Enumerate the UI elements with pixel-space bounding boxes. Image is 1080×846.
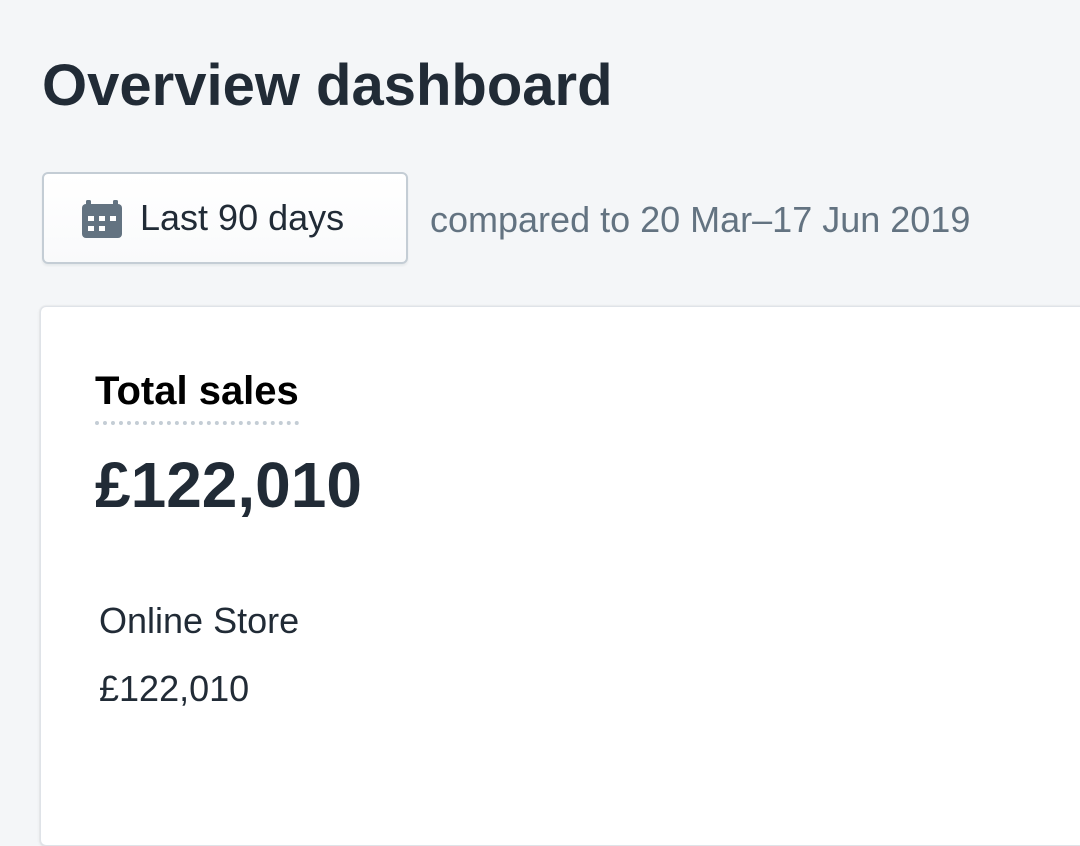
page-title: Overview dashboard xyxy=(42,53,613,118)
total-sales-card: Total sales £122,010 Online Store £122,0… xyxy=(40,306,1080,846)
total-sales-title[interactable]: Total sales xyxy=(95,365,299,425)
total-sales-value: £122,010 xyxy=(95,449,362,521)
comparison-period-text: compared to 20 Mar–17 Jun 2019 xyxy=(430,199,971,240)
channel-value-online-store: £122,010 xyxy=(99,668,250,709)
channel-name-online-store: Online Store xyxy=(99,600,300,641)
date-range-button[interactable]: Last 90 days xyxy=(42,172,408,264)
date-range-label: Last 90 days xyxy=(140,197,345,238)
calendar-icon xyxy=(80,196,124,240)
